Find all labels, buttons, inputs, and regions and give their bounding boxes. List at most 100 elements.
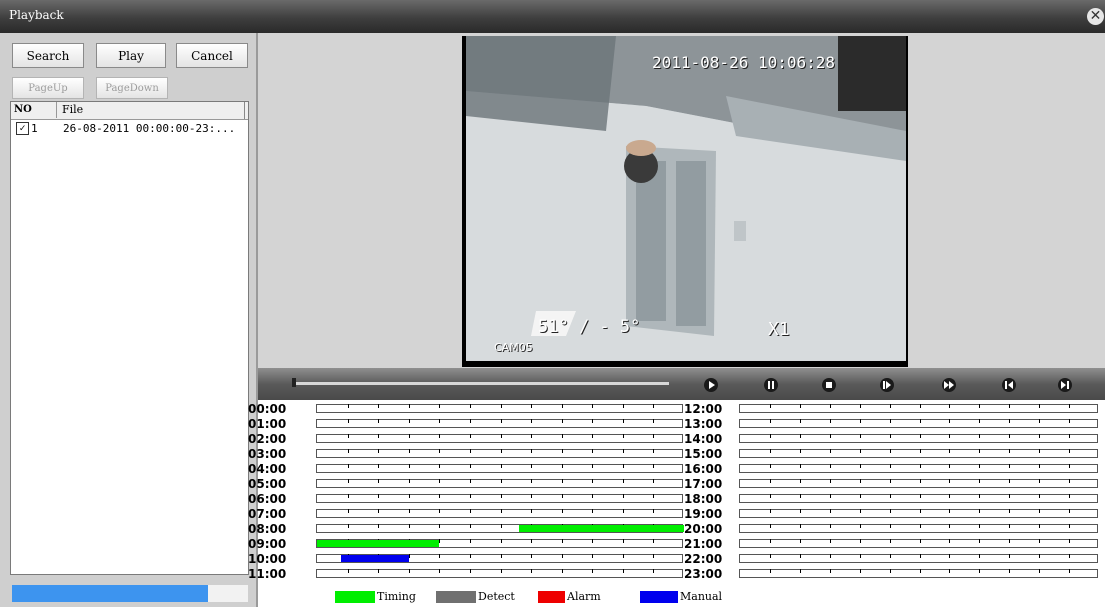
minute-tick [1039, 434, 1040, 438]
hour-label: 20:00 [684, 522, 723, 536]
minute-tick [1039, 449, 1040, 453]
minute-tick [830, 419, 831, 423]
minute-tick [562, 404, 563, 408]
stop-icon[interactable] [815, 374, 843, 396]
legend-swatch [640, 591, 678, 603]
minute-tick [348, 479, 349, 483]
minute-tick [800, 464, 801, 468]
minute-tick [1039, 554, 1040, 558]
hour-track[interactable] [316, 404, 683, 413]
hour-track[interactable] [316, 419, 683, 428]
minute-tick [409, 404, 410, 408]
minute-tick [1069, 509, 1070, 513]
hour-label: 18:00 [684, 492, 723, 506]
minute-tick [1039, 464, 1040, 468]
hour-label: 22:00 [684, 552, 723, 566]
minute-tick [378, 449, 379, 453]
hour-track[interactable] [316, 554, 683, 563]
minute-tick [949, 434, 950, 438]
hour-track[interactable] [316, 539, 683, 548]
fast-forward-icon[interactable] [935, 374, 963, 396]
page-up-button[interactable]: PageUp [12, 77, 84, 99]
file-row[interactable]: ✓ 1 26-08-2011 00:00:00-23:... [11, 121, 248, 137]
minute-tick [979, 434, 980, 438]
minute-tick [1039, 479, 1040, 483]
minute-tick [562, 494, 563, 498]
record-segment-timing[interactable] [518, 525, 684, 532]
minute-tick [531, 419, 532, 423]
minute-tick [470, 494, 471, 498]
file-list: NO File ✓ 1 26-08-2011 00:00:00-23:... [10, 101, 249, 575]
hour-track[interactable] [739, 524, 1098, 533]
hour-track[interactable] [739, 434, 1098, 443]
play-icon[interactable] [697, 374, 725, 396]
minute-tick [800, 434, 801, 438]
hour-track[interactable] [316, 494, 683, 503]
minute-tick [378, 419, 379, 423]
column-header-file[interactable]: File [58, 102, 83, 118]
hour-track[interactable] [316, 479, 683, 488]
record-segment-manual[interactable] [341, 555, 409, 562]
hour-track[interactable] [739, 449, 1098, 458]
hour-track[interactable] [739, 539, 1098, 548]
minute-tick [409, 449, 410, 453]
minute-tick [1069, 404, 1070, 408]
minute-tick [770, 449, 771, 453]
previous-frame-icon[interactable] [995, 374, 1023, 396]
minute-tick [348, 449, 349, 453]
minute-tick [1009, 434, 1010, 438]
row-checkbox[interactable]: ✓ [16, 122, 29, 135]
close-icon[interactable]: ✕ [1087, 8, 1104, 25]
column-header-no[interactable]: NO [11, 102, 57, 118]
hour-track[interactable] [739, 554, 1098, 563]
record-segment-timing[interactable] [317, 540, 440, 547]
page-down-button[interactable]: PageDown [96, 77, 168, 99]
hour-track[interactable] [316, 464, 683, 473]
minute-tick [1069, 569, 1070, 573]
hour-track[interactable] [739, 419, 1098, 428]
minute-tick [860, 434, 861, 438]
minute-tick [1069, 539, 1070, 543]
cancel-button[interactable]: Cancel [176, 43, 248, 68]
hour-label: 06:00 [248, 492, 287, 506]
hour-track[interactable] [316, 569, 683, 578]
hour-label: 09:00 [248, 537, 287, 551]
seek-handle[interactable] [292, 378, 296, 387]
minute-tick [979, 524, 980, 528]
hour-track[interactable] [316, 509, 683, 518]
hour-track[interactable] [739, 494, 1098, 503]
minute-tick [348, 494, 349, 498]
hour-track[interactable] [739, 509, 1098, 518]
minute-tick [592, 434, 593, 438]
hour-track[interactable] [739, 479, 1098, 488]
minute-tick [501, 404, 502, 408]
minute-tick [979, 569, 980, 573]
seek-track[interactable] [293, 382, 669, 385]
next-frame-icon[interactable] [1051, 374, 1079, 396]
minute-tick [770, 404, 771, 408]
video-view[interactable]: 2011-08-26 10:06:28 51° / - 5° CAM05 X1 [462, 36, 908, 367]
pause-icon[interactable] [757, 374, 785, 396]
slow-icon[interactable] [873, 374, 901, 396]
hour-track[interactable] [739, 404, 1098, 413]
minute-tick [949, 509, 950, 513]
minute-tick [860, 524, 861, 528]
hour-track[interactable] [316, 524, 684, 533]
hour-track[interactable] [316, 449, 683, 458]
minute-tick [531, 494, 532, 498]
minute-tick [1069, 554, 1070, 558]
play-button[interactable]: Play [96, 43, 166, 68]
minute-tick [378, 569, 379, 573]
minute-tick [1009, 524, 1010, 528]
minute-tick [501, 449, 502, 453]
hour-track[interactable] [739, 569, 1098, 578]
hour-track[interactable] [739, 464, 1098, 473]
ptz-readout: 51° / - 5° [538, 317, 641, 337]
hour-track[interactable] [316, 434, 683, 443]
minute-tick [409, 464, 410, 468]
search-button[interactable]: Search [12, 43, 84, 68]
minute-tick [920, 419, 921, 423]
hour-label: 21:00 [684, 537, 723, 551]
minute-tick [531, 569, 532, 573]
minute-tick [531, 479, 532, 483]
